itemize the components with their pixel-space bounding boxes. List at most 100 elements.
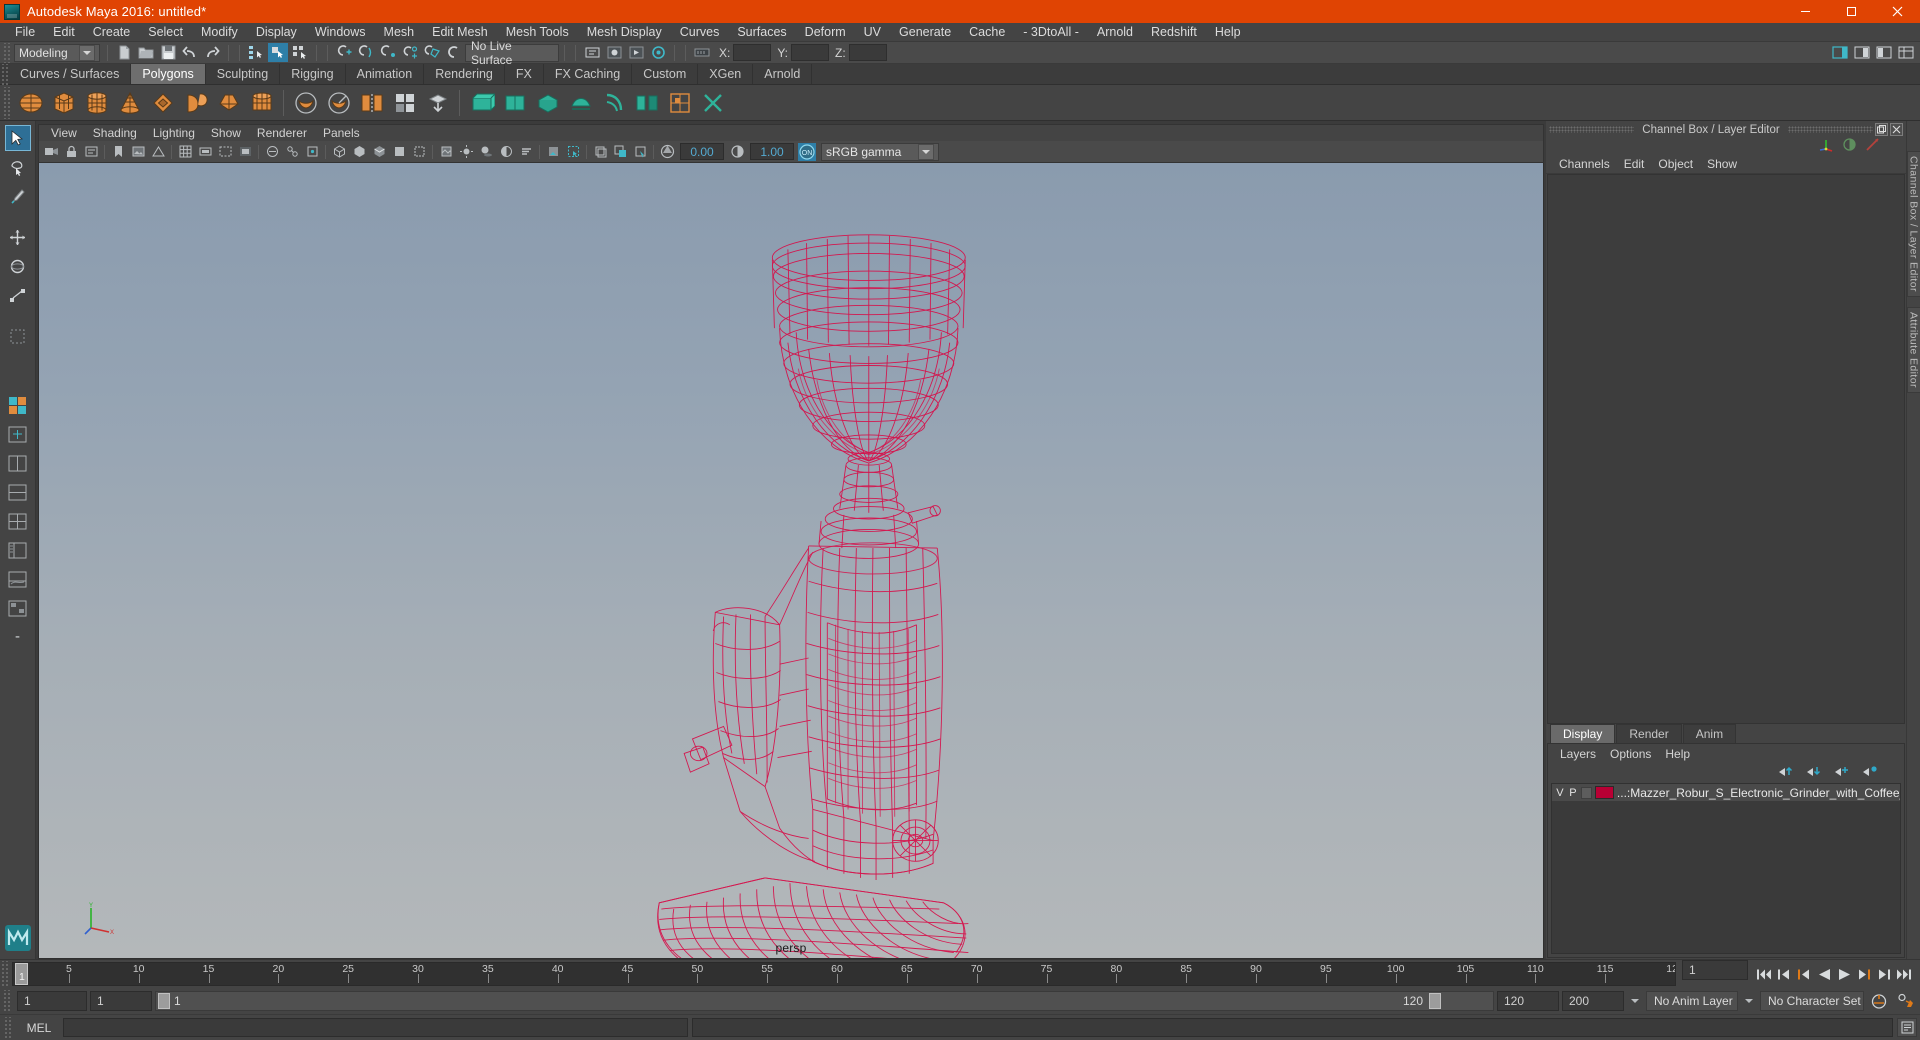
character-set-field[interactable]: No Character Set [1760,991,1864,1011]
scale-tool[interactable] [5,282,31,308]
animation-preferences-icon[interactable] [1894,993,1918,1010]
construction-history-icon[interactable] [582,43,602,62]
exposure-icon[interactable] [658,143,676,161]
undock-icon[interactable] [1875,123,1889,136]
shadows-icon[interactable] [477,143,495,161]
resolution-gate-icon[interactable] [216,143,234,161]
contrast-icon[interactable] [1842,137,1857,155]
panel-menu-view[interactable]: View [43,125,85,142]
redo-icon[interactable] [202,43,222,62]
layer-playback-toggle[interactable]: P [1568,787,1578,799]
menuset-selector[interactable]: Modeling [14,43,100,62]
panel-menu-lighting[interactable]: Lighting [145,125,203,142]
layer-tab-anim[interactable]: Anim [1682,724,1737,743]
poly-torus-icon[interactable] [147,87,178,118]
image-plane-icon[interactable] [129,143,147,161]
channel-box-content[interactable] [1547,174,1905,724]
new-layer-icon[interactable] [1834,765,1850,780]
panel-drag-dots-right[interactable] [1787,126,1874,133]
vtab-attribute-editor[interactable]: Attribute Editor [1906,306,1920,393]
vtab-channel-box-layer-editor[interactable]: Channel Box / Layer Editor [1906,151,1920,297]
transform-axis-icon[interactable] [1819,137,1834,155]
panel-menu-shading[interactable]: Shading [85,125,145,142]
move-layer-down-icon[interactable] [1806,765,1822,780]
shelf-row-gripper[interactable] [2,86,11,119]
shelf-tab-curves-surfaces[interactable]: Curves / Surfaces [9,64,132,84]
menu-mesh-display[interactable]: Mesh Display [578,23,671,42]
current-frame-field[interactable]: 1 [1682,960,1748,980]
shelf-tab-fx-caching[interactable]: FX Caching [543,64,633,84]
boolean-union-icon[interactable] [290,87,321,118]
shelf-gripper[interactable] [0,64,9,85]
step-forward-frame-icon[interactable] [1855,964,1873,984]
layer-visibility-toggle[interactable]: V [1555,787,1565,799]
ipr-render-icon[interactable] [626,43,646,62]
shelf-tab-arnold[interactable]: Arnold [753,64,813,84]
maximize-icon[interactable] [1828,0,1874,23]
current-frame-indicator[interactable]: 1 [15,963,28,985]
select-by-hierarchy-icon[interactable] [246,43,266,62]
shelf-tab-sculpting[interactable]: Sculpting [205,64,281,84]
render-settings-icon[interactable] [648,43,668,62]
extrude-icon[interactable] [422,87,453,118]
layer-tab-display[interactable]: Display [1550,724,1616,743]
bookmarks-icon[interactable] [109,143,127,161]
layer-color-swatch[interactable] [1594,786,1614,799]
step-back-frame-icon[interactable] [1795,964,1813,984]
xray-active-components-icon[interactable] [303,143,321,161]
isolate-select-icon[interactable] [564,143,582,161]
single-pane-layout[interactable] [5,421,31,447]
ambient-occlusion-icon[interactable] [497,143,515,161]
two-pane-stacked-layout[interactable] [5,479,31,505]
auto-keyframe-icon[interactable] [1867,993,1891,1010]
twopoint-persp-icon[interactable] [149,143,167,161]
snap-to-grid-icon[interactable] [334,43,354,62]
sidebar-attribute-icon[interactable] [1852,43,1872,62]
exposure-field[interactable]: 0.00 [680,143,724,160]
anim-end-field[interactable]: 200 [1562,991,1624,1011]
sidebar-toolsettings-icon[interactable] [1874,43,1894,62]
triangulate-icon[interactable] [598,87,629,118]
two-pane-side-layout[interactable] [5,450,31,476]
character-set-dropdown-arrow[interactable] [1741,991,1757,1011]
sidebar-channel-icon[interactable] [1896,43,1916,62]
channelbox-menu-edit[interactable]: Edit [1617,157,1652,171]
boolean-difference-icon[interactable] [323,87,354,118]
bridge-icon[interactable] [499,87,530,118]
four-pane-layout[interactable] [5,508,31,534]
select-by-component-icon[interactable] [290,43,310,62]
gamma-icon[interactable] [728,143,746,161]
move-tool[interactable] [5,224,31,250]
layer-menu-layers[interactable]: Layers [1553,747,1603,761]
step-back-keyframe-icon[interactable] [1775,964,1793,984]
append-polygon-icon[interactable] [532,87,563,118]
chevron-down-icon[interactable] [79,44,95,61]
play-backwards-icon[interactable] [1815,964,1833,984]
bevel-icon[interactable] [466,87,497,118]
shelf-tab-polygons[interactable]: Polygons [131,64,206,84]
anim-start-field[interactable]: 1 [17,991,87,1011]
quick-layout-buttons[interactable] [5,392,31,418]
panel-menu-panels[interactable]: Panels [315,125,368,142]
menu-surfaces[interactable]: Surfaces [728,23,795,42]
undo-icon[interactable] [180,43,200,62]
channelbox-menu-channels[interactable]: Channels [1552,157,1617,171]
close-icon[interactable] [1874,0,1920,23]
paint-select-tool[interactable] [5,183,31,209]
minimize-icon[interactable] [1782,0,1828,23]
range-slider[interactable]: 1 120 [155,991,1494,1011]
shelf-tab-animation[interactable]: Animation [345,64,425,84]
persp-graph-layout[interactable] [5,566,31,592]
menu-cache[interactable]: Cache [960,23,1014,42]
poly-plane-icon[interactable] [180,87,211,118]
move-layer-up-icon[interactable] [1778,765,1794,780]
menu-select[interactable]: Select [139,23,192,42]
menu-windows[interactable]: Windows [306,23,375,42]
menu-help[interactable]: Help [1206,23,1250,42]
playback-end-field[interactable]: 120 [1497,991,1559,1011]
layer-list[interactable]: V P ...:Mazzer_Robur_S_Electronic_Grinde… [1551,783,1901,954]
menu-create[interactable]: Create [84,23,140,42]
poly-cylinder-icon[interactable] [81,87,112,118]
grid-icon[interactable] [591,143,609,161]
channelbox-menu-show[interactable]: Show [1700,157,1744,171]
